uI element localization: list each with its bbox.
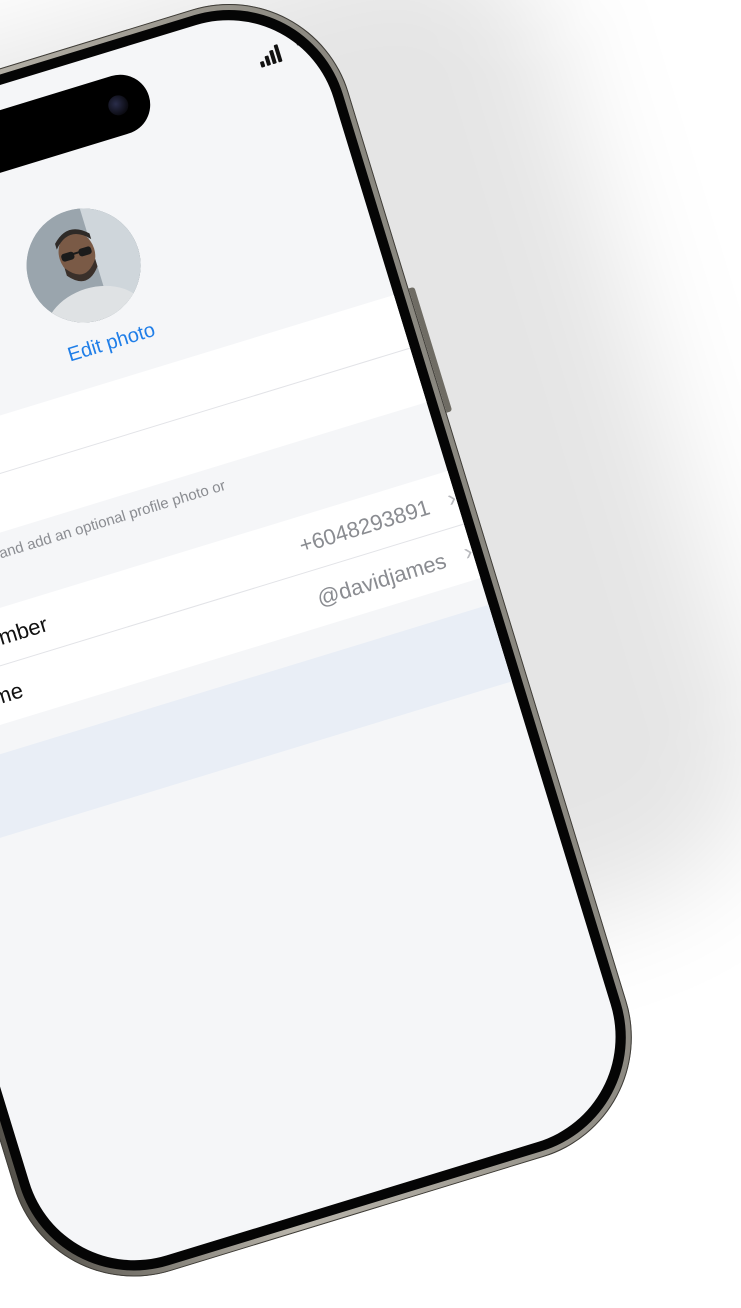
status-bar-icons bbox=[256, 17, 381, 72]
edit-photo-button[interactable]: Edit photo bbox=[65, 319, 158, 367]
avatar-photo bbox=[12, 194, 155, 337]
front-camera bbox=[105, 92, 131, 118]
dynamic-island bbox=[0, 67, 158, 190]
cellular-signal-icon bbox=[256, 41, 287, 68]
username-label: Username bbox=[0, 677, 27, 732]
profile-avatar[interactable] bbox=[12, 194, 155, 337]
